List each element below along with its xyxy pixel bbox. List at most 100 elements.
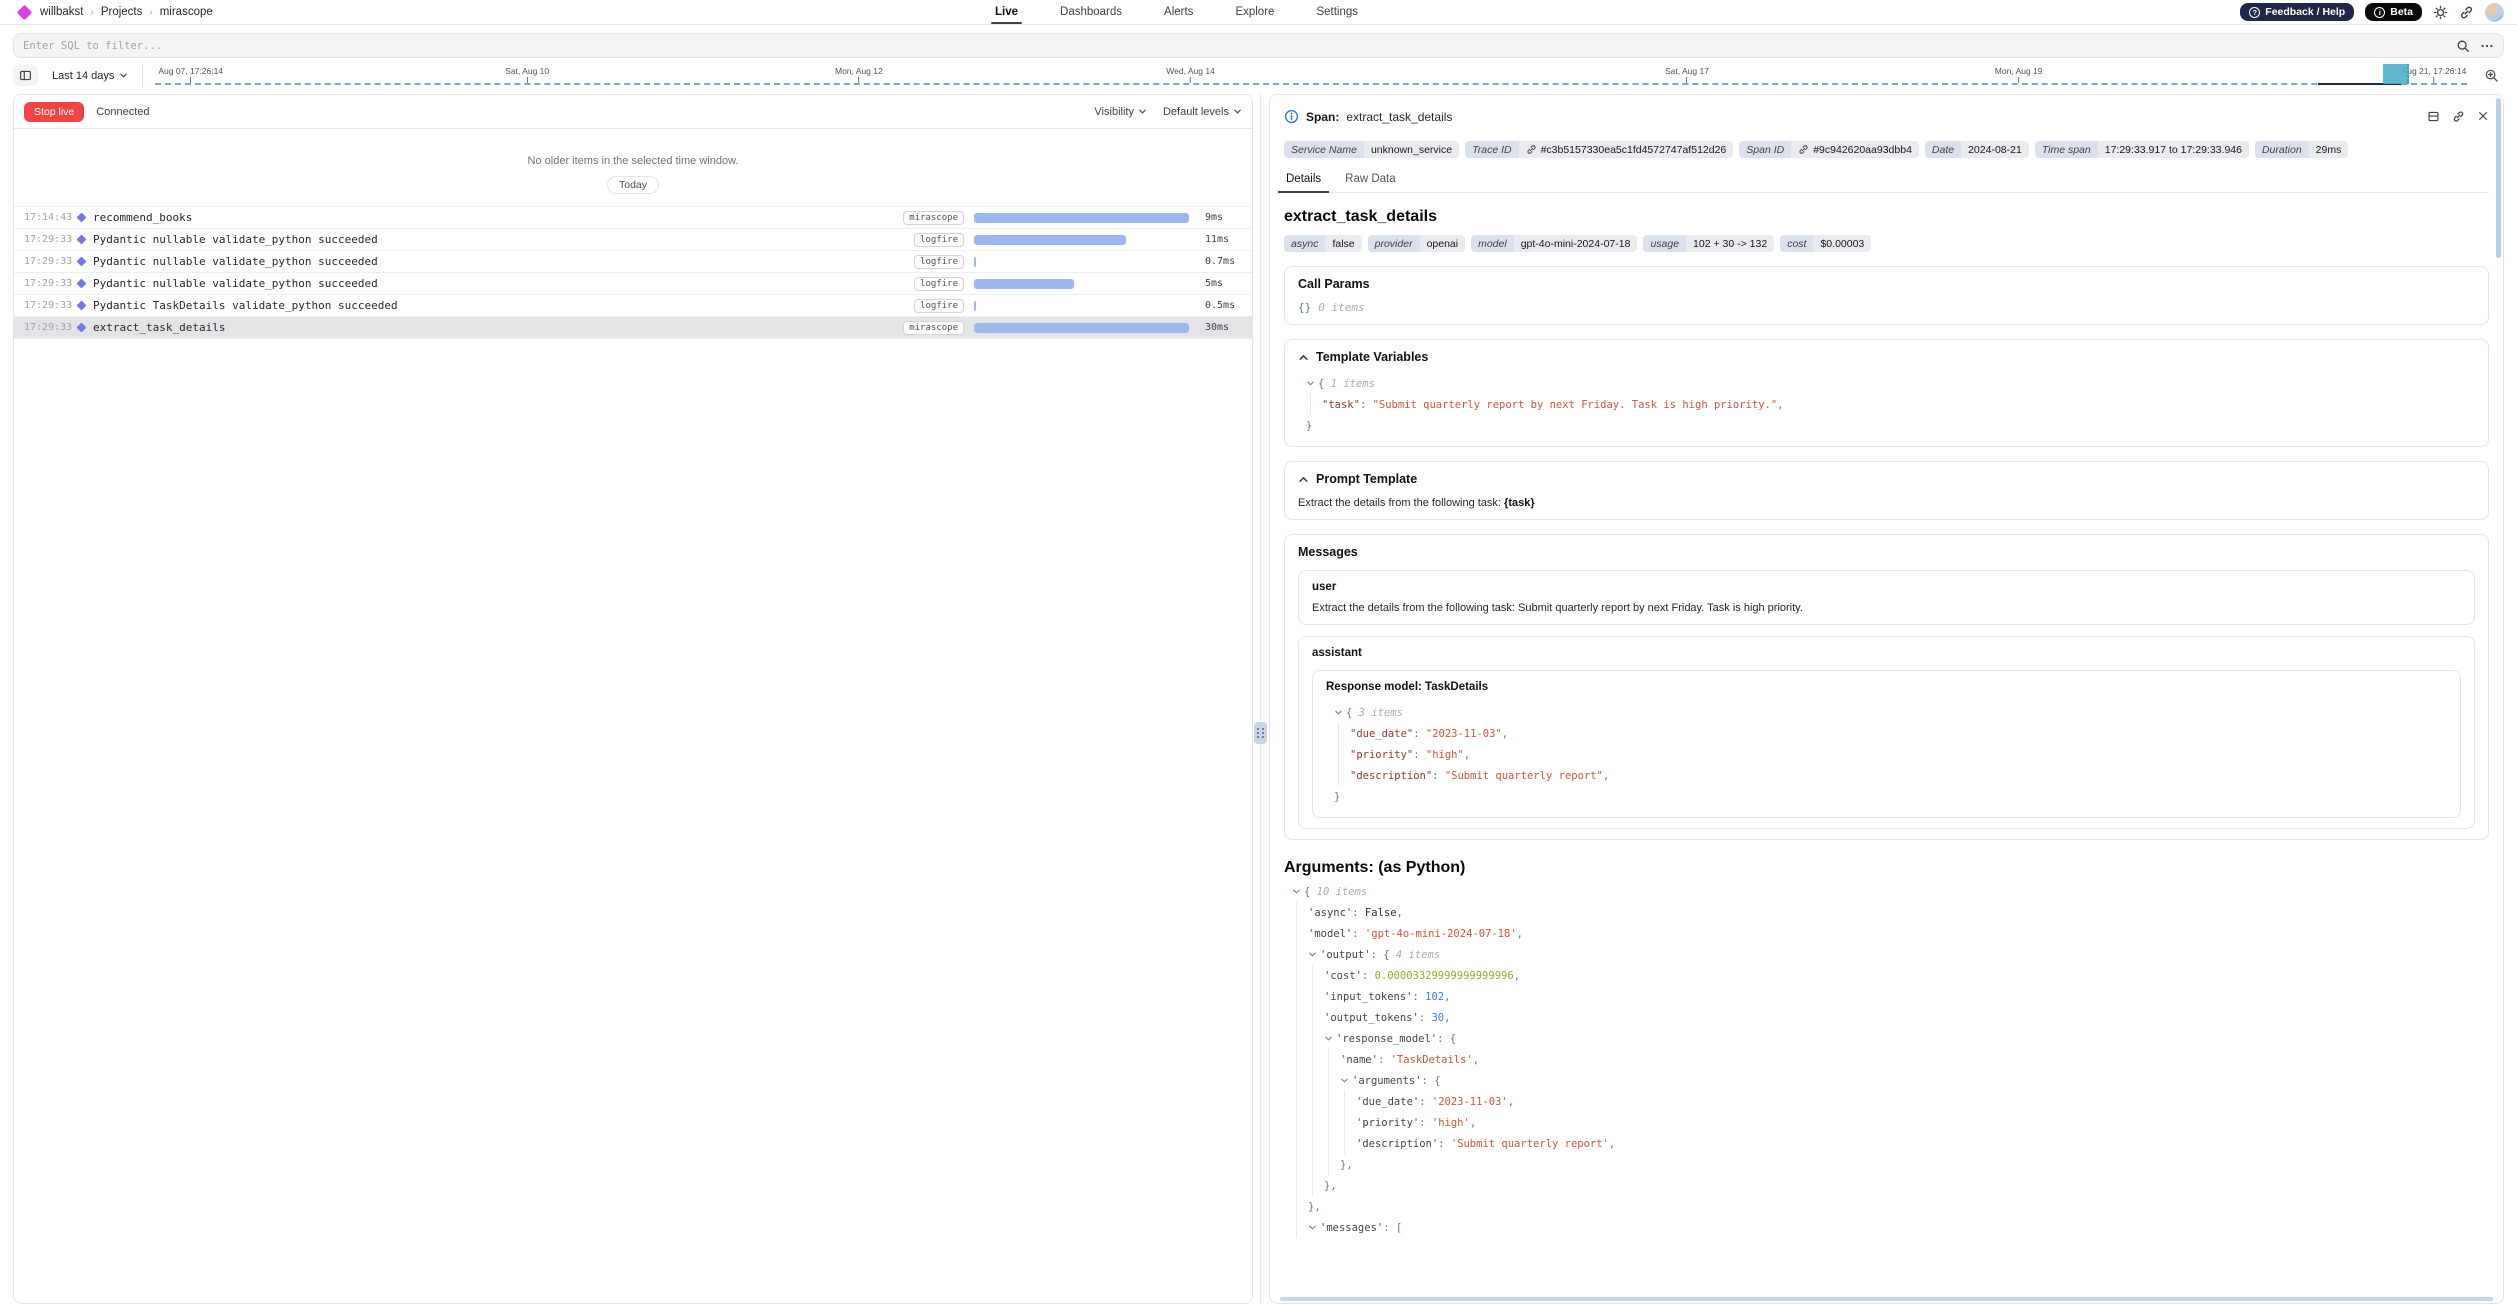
span-diamond-icon xyxy=(77,235,87,245)
message-text: Extract the details from the following t… xyxy=(1312,602,2461,614)
trace-tag: logfire xyxy=(904,233,964,247)
chevron-right-icon: › xyxy=(149,7,152,18)
trace-name: Pydantic TaskDetails validate_python suc… xyxy=(93,299,904,312)
attribute-badge: provider openai xyxy=(1368,235,1465,252)
tick-mark xyxy=(1686,77,1687,83)
today-badge: Today xyxy=(607,176,659,194)
timeline-strip[interactable]: Aug 07, 17:26:14 Sat, Aug 10 Mon, Aug 12… xyxy=(151,63,2471,88)
duration-bar xyxy=(974,213,1189,223)
link-icon[interactable] xyxy=(1798,144,1809,155)
trace-row[interactable]: 17:29:33 Pydantic nullable validate_pyth… xyxy=(14,273,1252,295)
copy-link-icon[interactable] xyxy=(2452,110,2465,123)
duration-label: 0.7ms xyxy=(1196,256,1242,267)
logfire-logo-icon[interactable] xyxy=(17,4,33,20)
search-icon[interactable] xyxy=(2456,39,2470,53)
zoom-in-button[interactable] xyxy=(2479,65,2504,86)
trace-row[interactable]: 17:29:33 extract_task_details mirascope … xyxy=(14,317,1252,339)
arguments-heading: Arguments: (as Python) xyxy=(1284,859,2489,877)
nav-tab[interactable]: Live xyxy=(995,0,1018,24)
arguments-python-tree: { 10 items'async': False,'model': 'gpt-4… xyxy=(1284,881,2489,1238)
expand-chevron-icon[interactable] xyxy=(1308,950,1317,959)
trace-row[interactable]: 17:29:33 Pydantic TaskDetails validate_p… xyxy=(14,295,1252,317)
trace-row[interactable]: 17:14:43 recommend_books mirascope 9ms xyxy=(14,207,1252,229)
expand-chevron-icon[interactable] xyxy=(1340,1076,1349,1085)
trace-row[interactable]: 17:29:33 Pydantic nullable validate_pyth… xyxy=(14,229,1252,251)
expand-chevron-icon[interactable] xyxy=(1324,1034,1333,1043)
stop-live-button[interactable]: Stop live xyxy=(24,102,84,122)
timeline-selection-handle[interactable] xyxy=(2383,64,2409,84)
expand-chevron-icon[interactable] xyxy=(1292,887,1301,896)
share-link-icon[interactable] xyxy=(2459,5,2474,20)
span-diamond-icon xyxy=(77,213,87,223)
duration-label: 5ms xyxy=(1196,278,1242,289)
tick-mark xyxy=(2018,77,2019,83)
theme-toggle-icon[interactable] xyxy=(2433,5,2448,20)
link-icon[interactable] xyxy=(1526,144,1537,155)
expand-chevron-icon[interactable] xyxy=(1334,708,1343,717)
expand-chevron-icon[interactable] xyxy=(1306,379,1315,388)
collapse-chevron-icon[interactable] xyxy=(1298,352,1309,363)
meta-badge: Date 2024-08-21 xyxy=(1925,141,2029,158)
trace-timestamp: 17:29:33 xyxy=(24,256,76,267)
timeline-tick: Mon, Aug 19 xyxy=(1995,66,2043,83)
default-levels-dropdown[interactable]: Default levels xyxy=(1163,106,1242,118)
trace-tag: mirascope xyxy=(904,211,964,225)
trace-timestamp: 17:29:33 xyxy=(24,300,76,311)
collapse-chevron-icon[interactable] xyxy=(1298,474,1309,485)
duration-bar xyxy=(974,257,976,267)
beta-button[interactable]: i Beta xyxy=(2365,3,2422,21)
assistant-message: assistant Response model: TaskDetails { … xyxy=(1298,636,2475,829)
trace-name: recommend_books xyxy=(93,211,904,224)
sql-filter-input[interactable] xyxy=(13,33,2504,58)
close-icon[interactable] xyxy=(2477,110,2489,123)
detail-tab[interactable]: Raw Data xyxy=(1343,173,1398,192)
chevron-down-icon xyxy=(1233,107,1242,116)
response-model-heading: Response model: TaskDetails xyxy=(1326,681,2447,693)
visibility-dropdown[interactable]: Visibility xyxy=(1094,106,1147,118)
trace-row[interactable]: 17:29:33 Pydantic nullable validate_pyth… xyxy=(14,251,1252,273)
user-message: user Extract the details from the follow… xyxy=(1298,570,2475,625)
empty-window-notice: No older items in the selected time wind… xyxy=(14,155,1252,167)
time-range-dropdown[interactable]: Last 14 days xyxy=(46,70,134,82)
duration-bar xyxy=(974,323,1189,333)
vertical-scrollbar[interactable] xyxy=(2496,98,2501,258)
template-placeholder: {task} xyxy=(1504,497,1535,509)
trace-tag: mirascope xyxy=(904,321,964,335)
tick-mark xyxy=(190,77,191,83)
nav-tab[interactable]: Alerts xyxy=(1164,0,1193,24)
navbar-actions: ? Feedback / Help i Beta xyxy=(2240,3,2504,22)
splitter-grip-handle[interactable] xyxy=(1254,722,1267,744)
feedback-help-button[interactable]: ? Feedback / Help xyxy=(2240,3,2354,21)
horizontal-scrollbar[interactable] xyxy=(1280,1297,2493,1301)
nav-tab[interactable]: Settings xyxy=(1316,0,1358,24)
breadcrumb-project[interactable]: mirascope xyxy=(160,6,213,18)
sidebar-toggle-button[interactable] xyxy=(13,65,38,86)
dock-panel-icon[interactable] xyxy=(2427,110,2440,123)
attribute-badge: model gpt-4o-mini-2024-07-18 xyxy=(1471,235,1637,252)
more-options-icon[interactable] xyxy=(2480,39,2494,53)
user-avatar[interactable] xyxy=(2485,3,2504,22)
detail-tab[interactable]: Details xyxy=(1284,173,1323,192)
duration-track xyxy=(974,235,1196,245)
span-diamond-icon xyxy=(77,257,87,267)
timeline-tick: Mon, Aug 12 xyxy=(835,66,883,83)
call-params-heading: Call Params xyxy=(1298,277,1370,291)
span-diamond-icon xyxy=(77,301,87,311)
call-params-card: Call Params {}0 items xyxy=(1284,266,2489,325)
breadcrumb-org[interactable]: willbakst xyxy=(40,6,83,18)
trace-name: Pydantic nullable validate_python succee… xyxy=(93,255,904,268)
breadcrumb-projects[interactable]: Projects xyxy=(101,6,143,18)
timeline-tick: Aug 07, 17:26:14 xyxy=(158,66,223,83)
nav-tab[interactable]: Dashboards xyxy=(1060,0,1122,24)
question-circle-icon: ? xyxy=(2249,7,2260,18)
timeline-bar: Last 14 days Aug 07, 17:26:14 Sat, Aug 1… xyxy=(13,63,2504,88)
main-nav-tabs: Live Dashboards Alerts Explore Settings xyxy=(995,0,1358,24)
meta-badge: Duration 29ms xyxy=(2255,141,2348,158)
info-circle-icon: i xyxy=(2374,7,2385,18)
sql-filter-bar xyxy=(13,33,2504,58)
trace-name: Pydantic nullable validate_python succee… xyxy=(93,233,904,246)
trace-timestamp: 17:29:33 xyxy=(24,234,76,245)
expand-chevron-icon[interactable] xyxy=(1308,1223,1317,1232)
tick-mark xyxy=(2433,77,2434,83)
nav-tab[interactable]: Explore xyxy=(1235,0,1274,24)
